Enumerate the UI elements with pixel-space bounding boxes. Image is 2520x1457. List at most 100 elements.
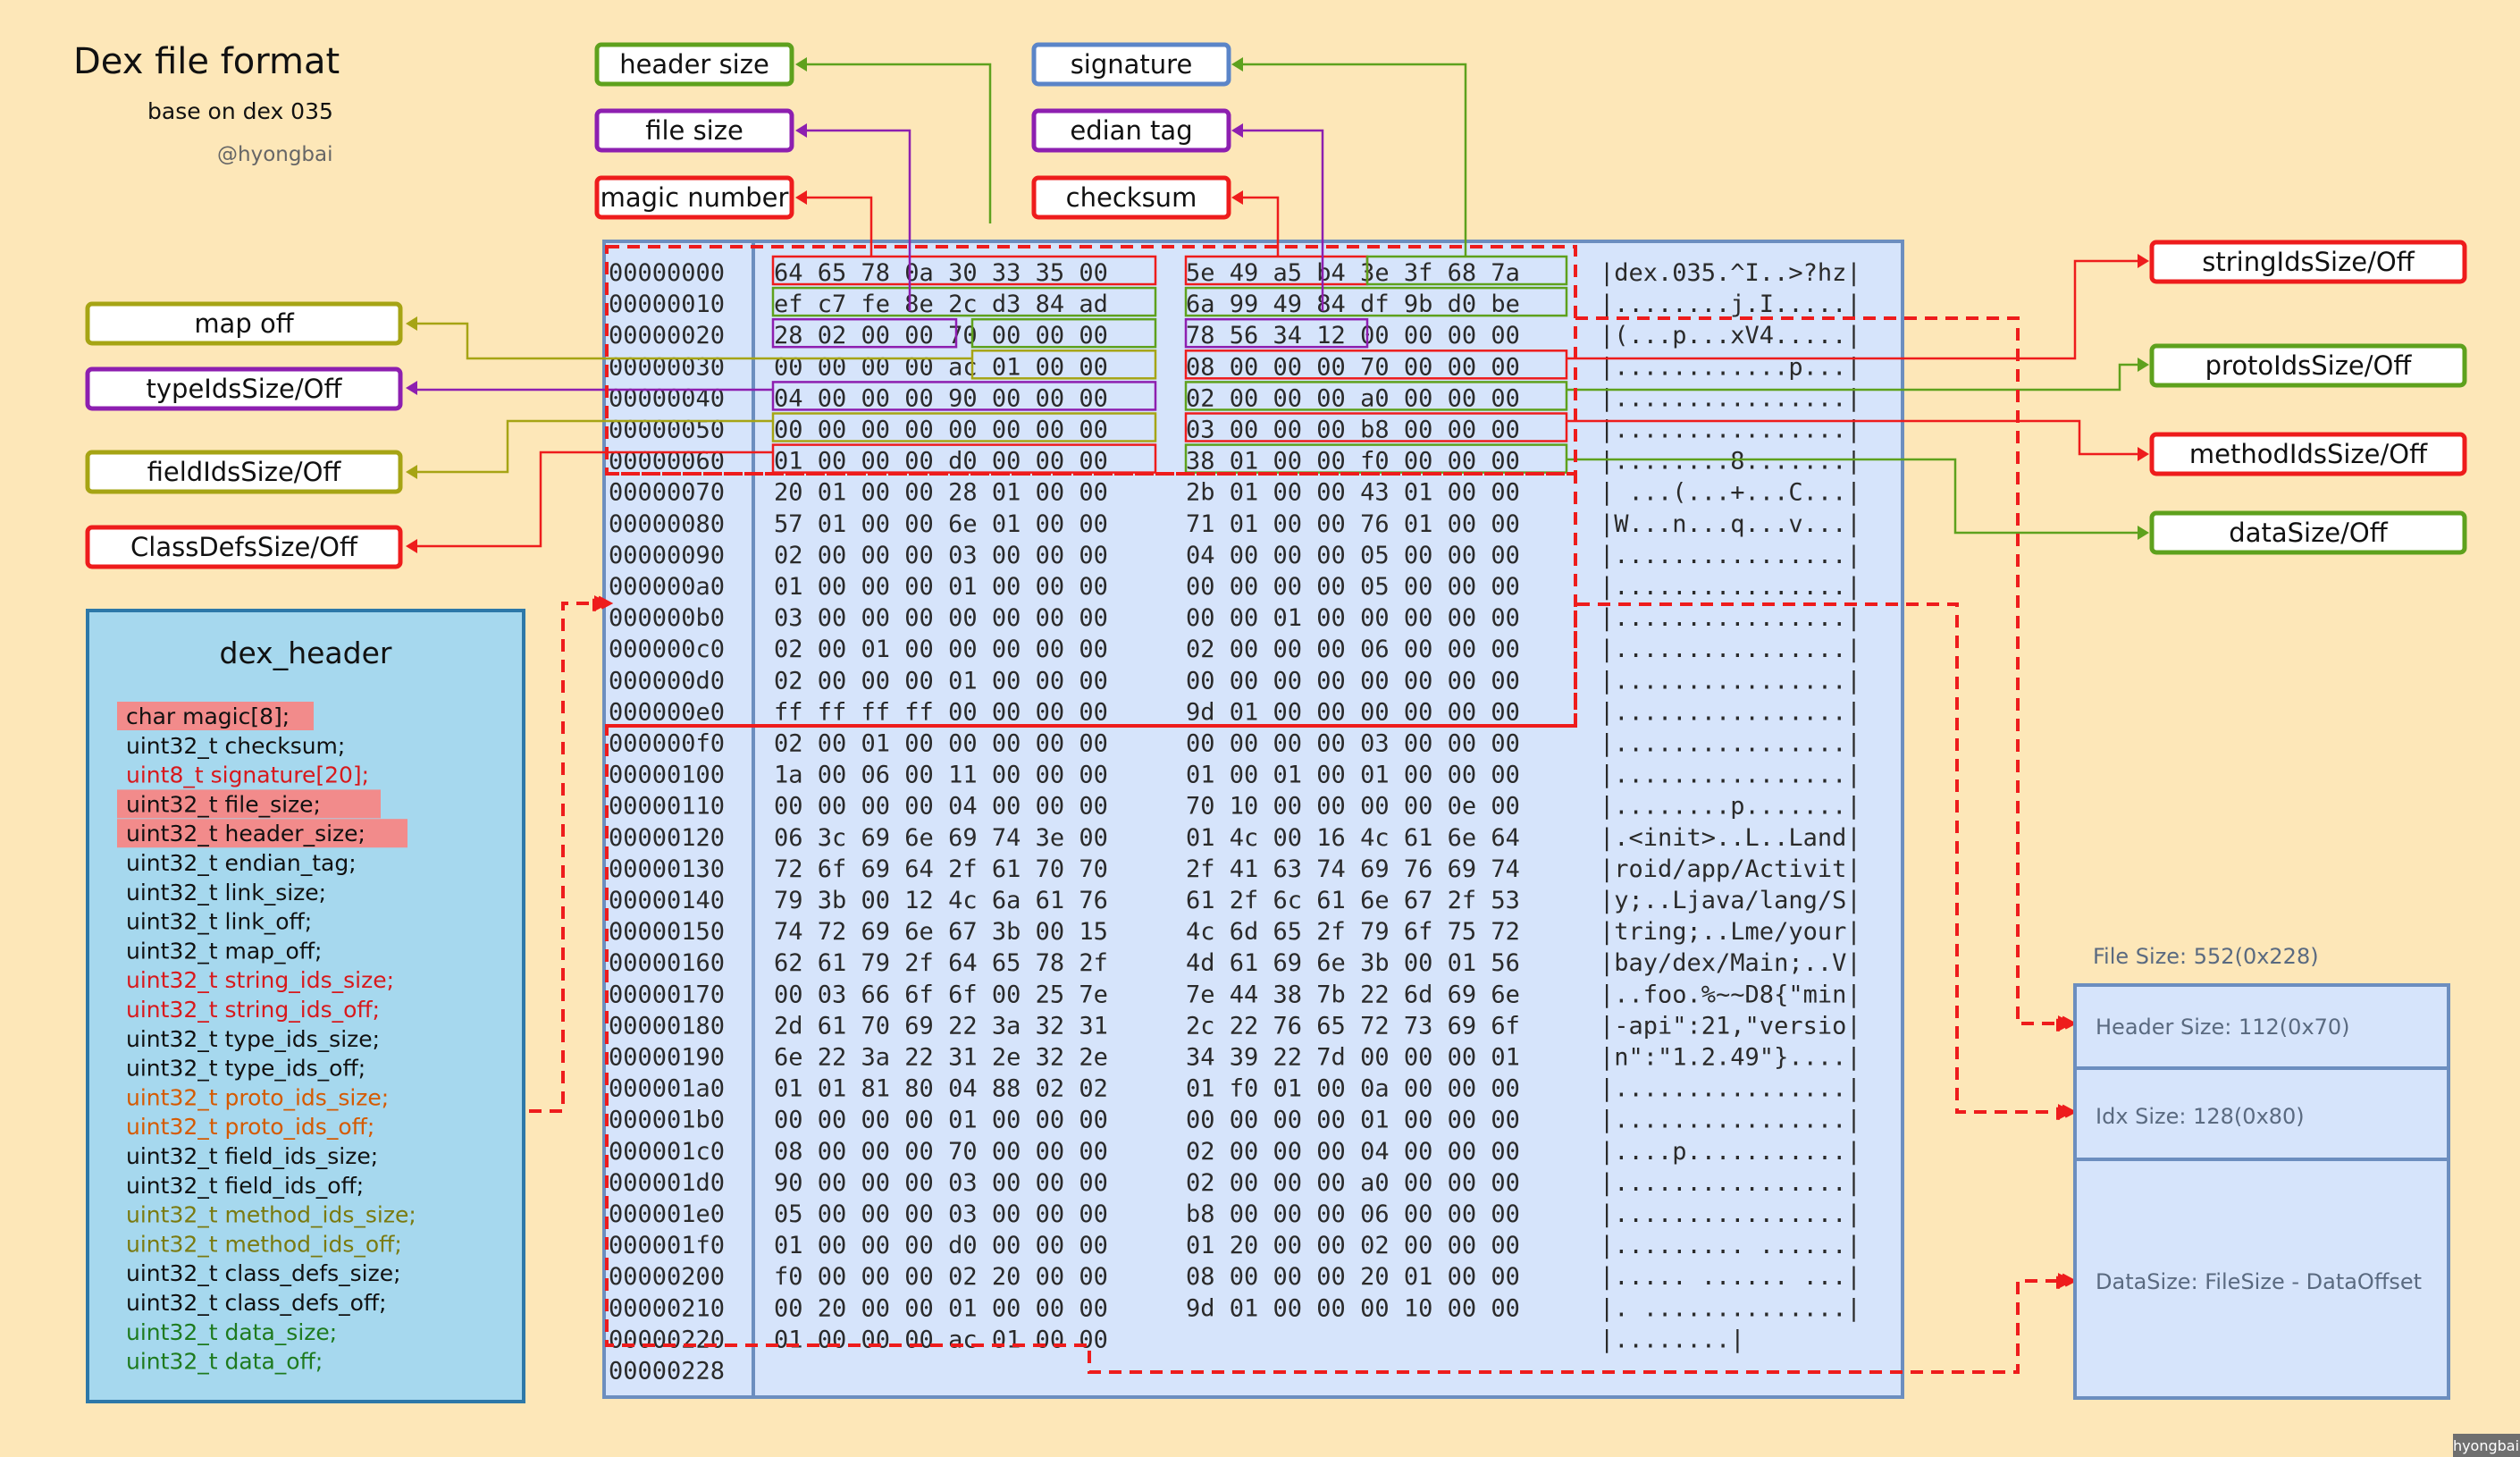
hex-bytes-right: 03 00 00 00 b8 00 00 00 bbox=[1186, 417, 1520, 444]
hex-bytes-right: 01 20 00 00 02 00 00 00 bbox=[1186, 1232, 1520, 1259]
hex-ascii: |................| bbox=[1600, 762, 1861, 789]
hex-bytes-right: 71 01 00 00 76 01 00 00 bbox=[1186, 510, 1520, 538]
hex-bytes-right: 00 00 01 00 00 00 00 00 bbox=[1186, 604, 1520, 632]
hex-offset: 000000e0 bbox=[609, 698, 725, 726]
hex-ascii: |..foo.%~~D8{"min| bbox=[1600, 981, 1861, 1008]
label-text: header size bbox=[619, 49, 769, 80]
hex-ascii: |W...n...q...v...| bbox=[1600, 510, 1861, 538]
field-label-box: edian tag bbox=[1031, 108, 1231, 153]
hex-offset: 000001e0 bbox=[609, 1200, 725, 1228]
hex-bytes-left: 00 00 00 00 00 00 00 00 bbox=[774, 417, 1108, 444]
field-label-box: protoIdsSize/Off bbox=[2149, 343, 2467, 388]
struct-field: uint32_t link_size; bbox=[126, 880, 326, 905]
hex-bytes-right: 4d 61 69 6e 3b 00 01 56 bbox=[1186, 949, 1520, 977]
hex-offset: 000001a0 bbox=[609, 1075, 725, 1103]
hex-bytes-left: 05 00 00 00 03 00 00 00 bbox=[774, 1200, 1108, 1228]
hex-bytes-left: ff ff ff ff 00 00 00 00 bbox=[774, 698, 1108, 726]
hex-bytes-right: 01 00 01 00 01 00 00 00 bbox=[1186, 762, 1520, 789]
hex-ascii: |n":"1.2.49"}....| bbox=[1600, 1044, 1861, 1072]
hex-bytes-right: 2c 22 76 65 72 73 69 6f bbox=[1186, 1012, 1520, 1040]
field-label-box: header size bbox=[594, 42, 794, 87]
hex-bytes-left: 02 00 00 00 01 00 00 00 bbox=[774, 667, 1108, 695]
struct-field: uint8_t signature[20]; bbox=[126, 762, 369, 788]
hex-offset: 00000150 bbox=[609, 918, 725, 946]
hex-bytes-left: 74 72 69 6e 67 3b 00 15 bbox=[774, 918, 1108, 946]
label-text: signature bbox=[1071, 49, 1193, 80]
dex-header-title: dex_header bbox=[220, 636, 392, 670]
hex-bytes-right: 00 00 00 00 01 00 00 00 bbox=[1186, 1107, 1520, 1134]
hex-offset: 000001b0 bbox=[609, 1107, 725, 1134]
hex-bytes-left: 06 3c 69 6e 69 74 3e 00 bbox=[774, 824, 1108, 852]
hex-ascii: |......... ......| bbox=[1600, 1232, 1861, 1259]
label-text: file size bbox=[645, 115, 743, 146]
hex-bytes-right: 02 00 00 00 a0 00 00 00 bbox=[1186, 384, 1520, 412]
hex-ascii: |................| bbox=[1600, 573, 1861, 601]
label-text: edian tag bbox=[1070, 115, 1192, 146]
hex-ascii: |(...p...xV4.....| bbox=[1600, 322, 1861, 350]
hex-offset: 000001f0 bbox=[609, 1232, 725, 1259]
hex-offset: 000000d0 bbox=[609, 667, 725, 695]
hex-bytes-right: 5e 49 a5 b4 3e 3f 68 7a bbox=[1186, 259, 1520, 287]
hex-bytes-left: 01 01 81 80 04 88 02 02 bbox=[774, 1075, 1108, 1103]
dex-header-fields: char magic[8]; uint32_t checksum; uint8_t … bbox=[117, 702, 416, 1375]
struct-field: uint32_t class_defs_off; bbox=[126, 1290, 387, 1316]
hex-ascii: |. ..............| bbox=[1600, 1294, 1861, 1322]
hex-bytes-right: 2f 41 63 74 69 76 69 74 bbox=[1186, 855, 1520, 883]
label-text: stringIdsSize/Off bbox=[2202, 247, 2415, 277]
hex-bytes-left: 03 00 00 00 00 00 00 00 bbox=[774, 604, 1108, 632]
hex-bytes-right: 02 00 00 00 04 00 00 00 bbox=[1186, 1138, 1520, 1166]
hex-ascii: |................| bbox=[1600, 730, 1861, 758]
hex-ascii: |................| bbox=[1600, 1075, 1861, 1103]
diagram-title: Dex file format bbox=[73, 41, 340, 82]
field-label-box: magic number bbox=[594, 175, 794, 220]
field-label-box: stringIdsSize/Off bbox=[2149, 240, 2467, 284]
hex-bytes-right: 34 39 22 7d 00 00 00 01 bbox=[1186, 1044, 1520, 1072]
hex-offset: 00000170 bbox=[609, 981, 725, 1008]
field-label-box: typeIdsSize/Off bbox=[85, 366, 403, 411]
struct-field: uint32_t string_ids_off; bbox=[126, 997, 380, 1023]
hex-bytes-right: 01 4c 00 16 4c 61 6e 64 bbox=[1186, 824, 1520, 852]
label-text: map off bbox=[194, 308, 294, 339]
hex-ascii: |................| bbox=[1600, 1169, 1861, 1197]
hex-bytes-left: 72 6f 69 64 2f 61 70 70 bbox=[774, 855, 1108, 883]
struct-field: uint32_t class_defs_size; bbox=[126, 1260, 401, 1286]
hex-bytes-left: 62 61 79 2f 64 65 78 2f bbox=[774, 949, 1108, 977]
hex-offset: 00000100 bbox=[609, 762, 725, 789]
hex-bytes-right: 6a 99 49 84 df 9b d0 be bbox=[1186, 291, 1520, 318]
hex-bytes-right: 38 01 00 00 f0 00 00 00 bbox=[1186, 448, 1520, 476]
struct-field: uint32_t file_size; bbox=[126, 791, 321, 817]
hex-ascii: |roid/app/Activit| bbox=[1600, 855, 1861, 883]
struct-field: uint32_t type_ids_size; bbox=[126, 1026, 380, 1052]
hex-bytes-left: 01 00 00 00 ac 01 00 00 bbox=[774, 1326, 1108, 1353]
field-label-box: dataSize/Off bbox=[2149, 510, 2467, 555]
field-label-box: ClassDefsSize/Off bbox=[85, 525, 403, 569]
hex-offset: 000000b0 bbox=[609, 604, 725, 632]
hex-bytes-right: 01 f0 01 00 0a 00 00 00 bbox=[1186, 1075, 1520, 1103]
hex-ascii: |................| bbox=[1600, 1107, 1861, 1134]
hex-bytes-left: f0 00 00 00 02 20 00 00 bbox=[774, 1263, 1108, 1291]
hex-bytes-left: 2d 61 70 69 22 3a 32 31 bbox=[774, 1012, 1108, 1040]
hex-bytes-right: 9d 01 00 00 00 10 00 00 bbox=[1186, 1294, 1520, 1322]
hex-offset: 00000000 bbox=[609, 259, 725, 287]
hex-bytes-right: 00 00 00 00 03 00 00 00 bbox=[1186, 730, 1520, 758]
hex-bytes-left: 20 01 00 00 28 01 00 00 bbox=[774, 479, 1108, 507]
hex-ascii: |dex.035.^I..>?hz| bbox=[1600, 259, 1861, 287]
hex-bytes-right: 00 00 00 00 00 00 00 00 bbox=[1186, 667, 1520, 695]
hex-bytes-right: 02 00 00 00 a0 00 00 00 bbox=[1186, 1169, 1520, 1197]
hex-offset: 00000010 bbox=[609, 291, 725, 318]
hex-offset: 00000080 bbox=[609, 510, 725, 538]
struct-field: uint32_t data_off; bbox=[126, 1349, 323, 1375]
hex-offset: 00000090 bbox=[609, 542, 725, 569]
hex-bytes-right: 7e 44 38 7b 22 6d 69 6e bbox=[1186, 981, 1520, 1008]
field-label-box: file size bbox=[594, 108, 794, 153]
hex-ascii: |..... ...... ...| bbox=[1600, 1263, 1861, 1291]
diagram-subtitle: base on dex 035 bbox=[147, 98, 333, 124]
hex-bytes-left: 02 00 00 00 03 00 00 00 bbox=[774, 542, 1108, 569]
field-label-box: methodIdsSize/Off bbox=[2149, 432, 2467, 476]
hex-bytes-right: 2b 01 00 00 43 01 00 00 bbox=[1186, 479, 1520, 507]
struct-field: uint32_t field_ids_off; bbox=[126, 1173, 364, 1199]
hex-ascii: |y;..Ljava/lang/S| bbox=[1600, 887, 1861, 914]
label-text: magic number bbox=[601, 182, 789, 213]
field-label-box: map off bbox=[85, 301, 403, 346]
hex-bytes-right: 04 00 00 00 05 00 00 00 bbox=[1186, 542, 1520, 569]
